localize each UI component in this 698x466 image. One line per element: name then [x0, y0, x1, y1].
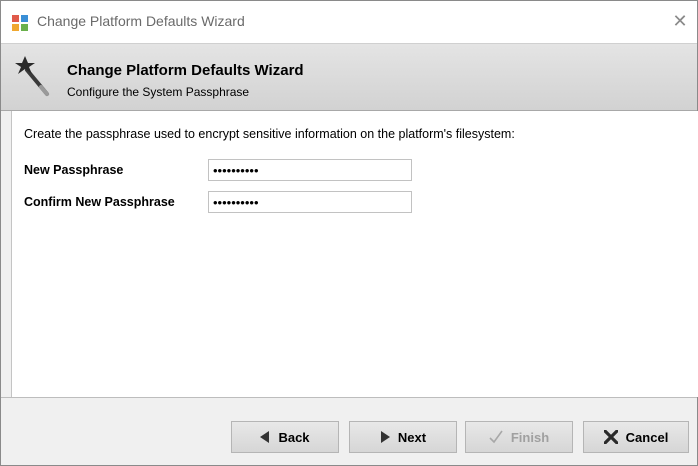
header-title: Change Platform Defaults Wizard — [67, 62, 304, 79]
confirm-passphrase-label: Confirm New Passphrase — [24, 195, 175, 209]
new-passphrase-field[interactable]: •••••••••• — [208, 159, 412, 181]
title-bar[interactable]: Change Platform Defaults Wizard ✕ — [1, 1, 697, 43]
cancel-button[interactable]: Cancel — [583, 421, 689, 453]
close-button[interactable]: ✕ — [665, 7, 695, 37]
intro-text: Create the passphrase used to encrypt se… — [24, 127, 515, 141]
x-icon — [603, 430, 618, 444]
new-passphrase-label: New Passphrase — [24, 163, 124, 177]
wizard-header: Change Platform Defaults Wizard Configur… — [1, 43, 697, 110]
checkmark-icon — [489, 430, 503, 444]
next-button-label: Next — [397, 429, 427, 445]
app-icon — [12, 15, 28, 31]
next-button[interactable]: Next — [349, 421, 457, 453]
finish-button[interactable]: Finish — [465, 421, 573, 453]
close-icon: ✕ — [672, 11, 688, 31]
window-title: Change Platform Defaults Wizard — [37, 13, 245, 29]
right-arrow-icon — [380, 431, 390, 443]
finish-button-label: Finish — [510, 429, 550, 445]
cancel-button-label: Cancel — [625, 429, 669, 445]
header-subtitle: Configure the System Passphrase — [67, 85, 250, 99]
back-button-label: Back — [278, 429, 310, 445]
back-button[interactable]: Back — [231, 421, 339, 453]
confirm-passphrase-field[interactable]: •••••••••• — [208, 191, 412, 213]
wizard-content: Create the passphrase used to encrypt se… — [11, 111, 698, 397]
left-arrow-icon — [260, 431, 270, 443]
button-bar: Back Next Finish Cancel — [1, 398, 697, 465]
magic-wand-icon — [15, 56, 49, 96]
wizard-window: Change Platform Defaults Wizard ✕ Change… — [0, 0, 698, 466]
